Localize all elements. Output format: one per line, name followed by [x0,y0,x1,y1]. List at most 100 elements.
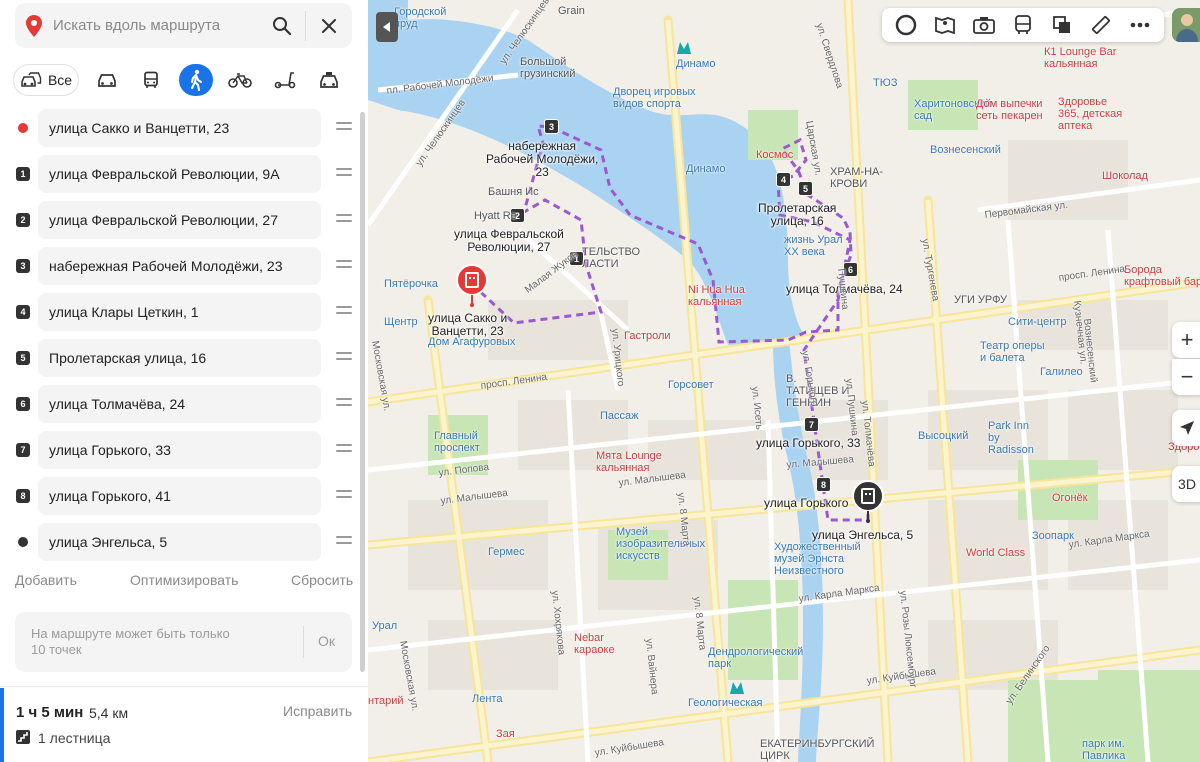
waypoint-address-field[interactable]: набережная Рабочей Молодёжи, 23 [38,247,321,285]
transit-layer-button[interactable] [1008,10,1038,40]
waypoint-address-field[interactable]: улица Февральской Революции, 27 [38,201,321,239]
3d-button[interactable]: 3D [1172,466,1200,502]
limit-ok-button[interactable]: Ок [318,633,335,649]
poi-label[interactable]: Гастроли [624,330,671,342]
drag-handle-icon[interactable] [336,490,352,502]
poi-label[interactable]: Дворец игровых видов спорта [613,86,696,110]
poi-label[interactable]: Ni Hua Hua кальянная [688,284,745,308]
waypoint-address-field[interactable]: улица Горького, 33 [38,431,321,469]
drag-handle-icon[interactable] [336,352,352,364]
poi-label[interactable]: Башня Ис [488,186,539,198]
drag-handle-icon[interactable] [336,122,352,134]
poi-label[interactable]: нтарий [368,695,404,707]
poi-label[interactable]: Горсовет [668,379,714,391]
poi-label[interactable]: Космос [756,149,793,161]
drag-handle-icon[interactable] [336,536,352,548]
mode-all-button[interactable]: Все [13,64,79,96]
traffic-layer-button[interactable] [891,10,921,40]
add-point-button[interactable]: Добавить [15,572,77,588]
waypoint-address-field[interactable]: улица Клары Цеткин, 1 [38,293,321,331]
waypoint-row[interactable]: 7 улица Горького, 33 [0,431,368,469]
poi-label[interactable]: Музей изобразительных искусств [616,526,705,562]
waypoint-address-field[interactable]: улица Февральской Революции, 9А [38,155,321,193]
poi-label[interactable]: Вознесенский [930,144,1001,156]
poi-label[interactable]: Дом Агафуровых [428,336,515,348]
poi-label[interactable]: парк им.ПавликаМорозова [1082,738,1132,762]
zoom-in-button[interactable]: + [1172,322,1200,358]
poi-label[interactable]: Главный проспект [434,430,480,454]
route-summary[interactable]: 1 ч 5 мин 5,4 км Исправить 1 лестница [0,688,368,762]
poi-label[interactable]: Динамо [686,163,725,175]
zoom-out-button[interactable]: − [1172,359,1200,395]
poi-label[interactable]: Щентр [384,316,418,328]
panorama-button[interactable] [930,10,960,40]
drag-handle-icon[interactable] [336,260,352,272]
waypoint-row[interactable]: улица Энгельса, 5 [0,523,368,561]
waypoint-address-field[interactable]: улица Энгельса, 5 [38,523,321,561]
user-avatar[interactable] [1172,8,1200,42]
mode-scooter-button[interactable] [268,64,302,96]
poi-label[interactable]: Grain [558,5,585,17]
mode-car-button[interactable] [90,64,124,96]
poi-label[interactable]: Большой грузинский [520,56,575,80]
waypoint-row[interactable]: 1 улица Февральской Революции, 9А [0,155,368,193]
layers-button[interactable] [1047,10,1077,40]
search-input[interactable]: Искать вдоль маршрута [53,17,259,34]
map-waypoint-8[interactable]: 8 [816,477,831,492]
waypoint-row[interactable]: 4 улица Клары Цеткин, 1 [0,293,368,331]
poi-label[interactable]: ХРАМ-НА- КРОВИ [830,166,883,190]
drag-handle-icon[interactable] [336,168,352,180]
poi-label[interactable]: Мята Lounge кальянная [596,450,662,474]
poi-label[interactable]: Городской пруд [394,6,446,30]
close-icon[interactable] [306,3,352,48]
waypoint-row[interactable]: улица Сакко и Ванцетти, 23 [0,109,368,147]
drag-handle-icon[interactable] [336,444,352,456]
poi-label[interactable]: Hyatt Re [474,210,517,222]
collapse-panel-button[interactable] [376,12,398,42]
poi-label[interactable]: Гермес [488,546,525,558]
map-waypoint-5[interactable]: 5 [798,181,813,196]
poi-label[interactable]: Park Inn by Radisson [988,420,1034,456]
poi-label[interactable]: Дом выпечки сеть пекарен [976,98,1043,122]
poi-label[interactable]: Здоровье 365, детская аптека [1058,96,1122,132]
photo-button[interactable] [969,10,999,40]
map-waypoint-4[interactable]: 4 [776,172,791,187]
poi-label[interactable]: Лента [472,693,502,705]
my-location-button[interactable] [1172,410,1200,446]
route-search-box[interactable]: Искать вдоль маршрута [15,3,352,48]
poi-label[interactable]: К1 Lounge Bar кальянная [1044,46,1116,70]
mode-taxi-button[interactable] [312,64,346,96]
poi-label[interactable]: Художественный музей Эрнста Неизвестного [774,541,861,577]
poi-label[interactable]: Пятёрочка [384,278,438,290]
poi-label[interactable]: Урал [372,620,397,632]
waypoint-address-field[interactable]: Пролетарская улица, 16 [38,339,321,377]
map-waypoint-3[interactable]: 3 [544,119,559,134]
drag-handle-icon[interactable] [336,306,352,318]
poi-label[interactable]: Огонёк [1052,492,1087,504]
waypoint-address-field[interactable]: улица Горького, 41 [38,477,321,515]
poi-label[interactable]: Динамо [676,58,715,70]
drag-handle-icon[interactable] [336,214,352,226]
waypoint-row[interactable]: 3 набережная Рабочей Молодёжи, 23 [0,247,368,285]
poi-label[interactable]: Высоцкий [918,430,968,442]
search-icon[interactable] [259,3,305,48]
poi-label[interactable]: Шоколад [1102,170,1148,182]
fix-route-button[interactable]: Исправить [283,703,352,719]
poi-label[interactable]: Геологическая [688,697,763,709]
poi-label[interactable]: Дендрологический парк [708,646,803,670]
poi-label[interactable]: Театр оперы и балета [980,340,1045,364]
waypoint-row[interactable]: 6 улица Толмачёва, 24 [0,385,368,423]
mode-bus-button[interactable] [134,64,168,96]
waypoint-row[interactable]: 5 Пролетарская улица, 16 [0,339,368,377]
mode-bike-button[interactable] [223,64,257,96]
poi-label[interactable]: World Class [966,547,1025,559]
ruler-button[interactable] [1086,10,1116,40]
poi-label[interactable]: Зая [496,728,515,740]
waypoint-row[interactable]: 8 улица Горького, 41 [0,477,368,515]
waypoint-scrollbar[interactable] [360,112,365,672]
more-button[interactable] [1125,10,1155,40]
poi-label[interactable]: жизнь Урал XX века [784,234,843,258]
poi-label[interactable]: Борода крафтовый бар [1124,264,1200,288]
poi-label[interactable]: Галилео [1040,366,1083,378]
poi-label[interactable]: Сити-центр [1008,316,1066,328]
